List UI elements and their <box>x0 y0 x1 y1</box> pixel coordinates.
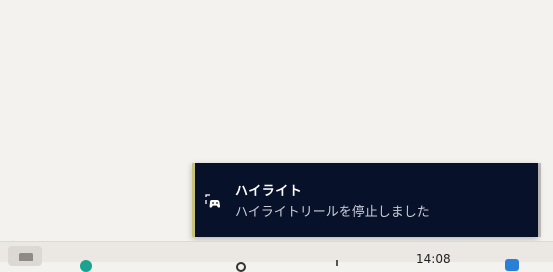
notification-title: ハイライト <box>235 184 303 199</box>
highlight-notification-toast[interactable]: ハイライト ハイライトリールを停止しました <box>192 163 541 237</box>
notification-app-button[interactable] <box>503 246 521 271</box>
search-button[interactable] <box>235 246 249 272</box>
taskbar: 14:08 <box>0 241 553 272</box>
toast-edge <box>538 163 541 237</box>
notification-app-icon <box>505 259 519 271</box>
taskbar-app-button[interactable] <box>78 246 94 272</box>
search-icon <box>236 262 246 272</box>
widgets-icon <box>19 253 33 261</box>
toast-accent-bar <box>192 163 195 237</box>
widgets-button[interactable] <box>8 246 42 266</box>
taskbar-app-button-2[interactable] <box>334 246 340 266</box>
notification-message: ハイライトリールを停止しました <box>235 205 430 220</box>
app-icon <box>336 260 338 266</box>
game-highlight-icon <box>204 192 222 210</box>
taskbar-clock[interactable]: 14:08 <box>416 252 451 266</box>
